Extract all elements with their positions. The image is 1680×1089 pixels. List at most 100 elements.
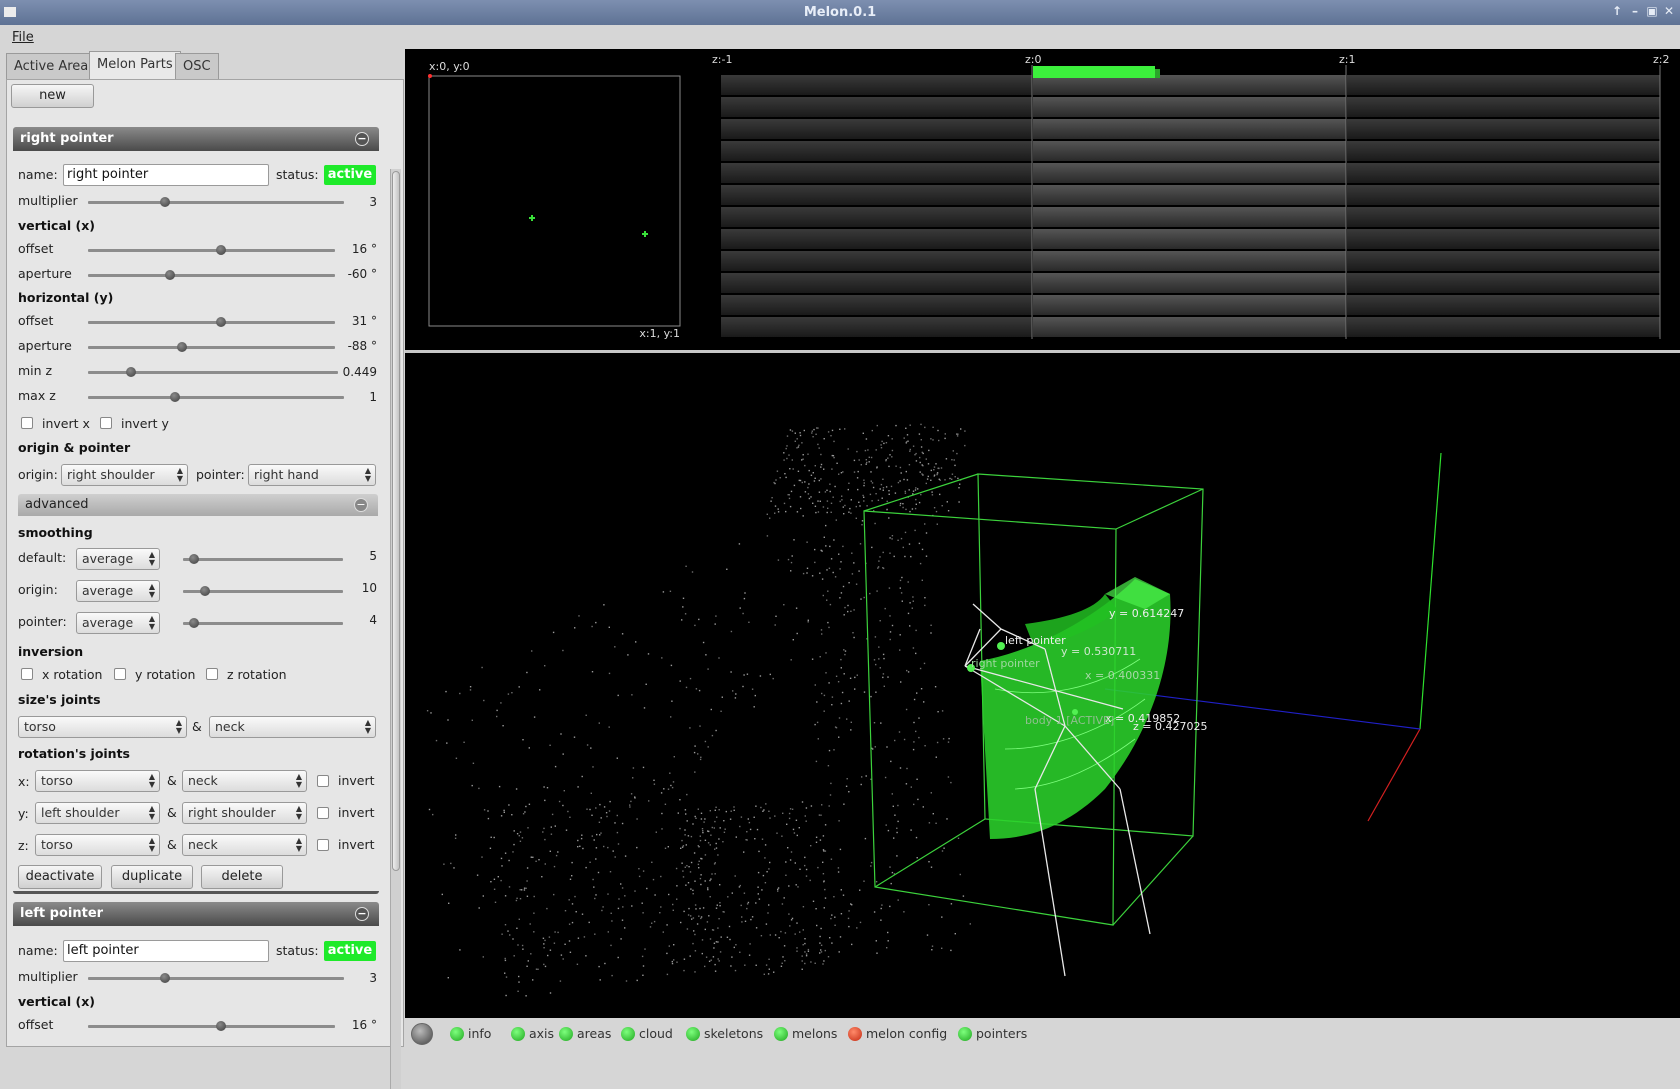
y-rotation-checkbox[interactable] bbox=[114, 668, 126, 680]
tab-active-area[interactable]: Active Area bbox=[6, 53, 97, 79]
vertical-aperture-slider[interactable] bbox=[88, 270, 335, 280]
min-z-value: 0.449 bbox=[342, 365, 377, 379]
left-pointer-dot bbox=[997, 642, 1005, 650]
panel-scrollbar[interactable] bbox=[390, 169, 401, 1089]
horizontal-offset-slider[interactable] bbox=[88, 317, 335, 327]
rotation-y-joint-b-select[interactable]: right shoulder ▲ ▼ bbox=[182, 802, 307, 824]
rotation-z-joint-a-select[interactable]: torso ▲ ▼ bbox=[35, 834, 160, 856]
menu-file[interactable]: File bbox=[12, 30, 34, 45]
rotation-joints-title: rotation's joints bbox=[18, 746, 130, 761]
camera-reset-icon[interactable] bbox=[411, 1023, 433, 1045]
left-multiplier-slider[interactable] bbox=[88, 973, 344, 983]
left-pointer-title: left pointer bbox=[20, 906, 104, 921]
toggle-info[interactable]: info bbox=[450, 1025, 491, 1043]
toggle-on-icon[interactable] bbox=[686, 1027, 700, 1041]
origin-smoothing-select[interactable]: average ▲ ▼ bbox=[76, 580, 160, 602]
toggle-cloud[interactable]: cloud bbox=[621, 1025, 673, 1043]
pointer-marker bbox=[642, 231, 648, 237]
toggle-axis[interactable]: axis bbox=[511, 1025, 554, 1043]
size-joint-a-select[interactable]: torso ▲ ▼ bbox=[18, 716, 187, 738]
toggle-on-icon[interactable] bbox=[559, 1027, 573, 1041]
rotation-x-joint-a-select[interactable]: torso ▲ ▼ bbox=[35, 770, 160, 792]
slider-handle[interactable] bbox=[176, 342, 187, 352]
toggle-pointers[interactable]: pointers bbox=[958, 1025, 1027, 1043]
window-close-icon[interactable]: ✕ bbox=[1662, 4, 1676, 18]
default-smoothing-select[interactable]: average ▲ ▼ bbox=[76, 548, 160, 570]
size-joint-b-select[interactable]: neck ▲ ▼ bbox=[209, 716, 376, 738]
pointer-smoothing-select[interactable]: average ▲ ▼ bbox=[76, 612, 160, 634]
rotation-z-invert-checkbox[interactable] bbox=[317, 839, 329, 851]
collapse-icon[interactable]: − bbox=[354, 498, 368, 512]
window-up-icon[interactable]: ↑ bbox=[1610, 4, 1624, 18]
toggle-on-icon[interactable] bbox=[621, 1027, 635, 1041]
toggle-melons[interactable]: melons bbox=[774, 1025, 837, 1043]
slider-handle[interactable] bbox=[159, 197, 170, 207]
deactivate-button[interactable]: deactivate bbox=[18, 865, 102, 889]
size-joints-title: size's joints bbox=[18, 692, 101, 707]
advanced-header[interactable]: advanced − bbox=[18, 494, 378, 516]
rotation-x-joint-b-select[interactable]: neck ▲ ▼ bbox=[182, 770, 307, 792]
pointer-smoothing-slider[interactable] bbox=[183, 618, 343, 628]
rotation-z-joint-b-select[interactable]: neck ▲ ▼ bbox=[182, 834, 307, 856]
viewport-area[interactable]: x:0, y:0 x:1, y:1 z:-1 z:0 z:1 z:2 left … bbox=[405, 49, 1680, 1050]
x-rotation-checkbox[interactable] bbox=[21, 668, 33, 680]
tab-osc[interactable]: OSC bbox=[175, 53, 219, 79]
invert-y-checkbox[interactable] bbox=[100, 417, 112, 429]
toggle-label: pointers bbox=[976, 1026, 1028, 1041]
left-status-badge[interactable]: active bbox=[324, 941, 376, 961]
scrollbar-thumb[interactable] bbox=[392, 171, 400, 871]
collapse-icon[interactable]: − bbox=[355, 132, 369, 146]
toggle-off-icon[interactable] bbox=[848, 1027, 862, 1041]
toggle-on-icon[interactable] bbox=[511, 1027, 525, 1041]
window-menu-icon[interactable] bbox=[4, 7, 16, 17]
slider-handle[interactable] bbox=[125, 367, 136, 377]
toggle-skeletons[interactable]: skeletons bbox=[686, 1025, 763, 1043]
origin-select-value: right shoulder bbox=[67, 467, 155, 482]
rotation-y-invert-checkbox[interactable] bbox=[317, 807, 329, 819]
duplicate-button[interactable]: duplicate bbox=[111, 865, 193, 889]
invert-x-checkbox[interactable] bbox=[21, 417, 33, 429]
status-badge[interactable]: active bbox=[324, 165, 376, 185]
viewport-divider[interactable] bbox=[405, 350, 1680, 353]
depth-row bbox=[1347, 185, 1660, 205]
left-pointer-header[interactable]: left pointer − bbox=[13, 902, 379, 926]
rotation-y-joint-a-select[interactable]: left shoulder ▲ ▼ bbox=[35, 802, 160, 824]
window-minimize-icon[interactable]: – bbox=[1628, 4, 1642, 18]
tab-melon-parts[interactable]: Melon Parts bbox=[89, 51, 181, 79]
name-field[interactable]: right pointer bbox=[63, 164, 269, 186]
depth-row bbox=[1033, 317, 1346, 337]
vertical-offset-slider[interactable] bbox=[88, 245, 335, 255]
multiplier-slider[interactable] bbox=[88, 197, 344, 207]
z-rotation-checkbox[interactable] bbox=[206, 668, 218, 680]
pointer-select[interactable]: right hand ▲ ▼ bbox=[248, 464, 376, 486]
origin-select[interactable]: right shoulder ▲ ▼ bbox=[61, 464, 188, 486]
axis-y bbox=[1419, 452, 1442, 730]
horizontal-aperture-slider[interactable] bbox=[88, 342, 335, 352]
left-vertical-offset-slider[interactable] bbox=[88, 1021, 335, 1031]
depth-row bbox=[1347, 207, 1660, 227]
default-smoothing-slider[interactable] bbox=[183, 554, 343, 564]
new-button[interactable]: new bbox=[11, 84, 94, 108]
toggle-melon-config[interactable]: melon config bbox=[848, 1025, 947, 1043]
toggle-on-icon[interactable] bbox=[958, 1027, 972, 1041]
collapse-icon[interactable]: − bbox=[355, 907, 369, 921]
toggle-on-icon[interactable] bbox=[774, 1027, 788, 1041]
slider-handle[interactable] bbox=[159, 973, 170, 983]
toggle-on-icon[interactable] bbox=[450, 1027, 464, 1041]
slider-handle[interactable] bbox=[170, 392, 181, 402]
slider-handle[interactable] bbox=[164, 270, 175, 280]
depth-row bbox=[1347, 141, 1660, 161]
origin-smoothing-slider[interactable] bbox=[183, 586, 343, 596]
toggle-areas[interactable]: areas bbox=[559, 1025, 611, 1043]
rotation-x-invert-checkbox[interactable] bbox=[317, 775, 329, 787]
delete-button[interactable]: delete bbox=[201, 865, 283, 889]
y-readout-1: y = 0.614247 bbox=[1109, 607, 1184, 620]
ampersand: & bbox=[167, 805, 177, 820]
max-z-slider[interactable] bbox=[88, 392, 344, 402]
min-z-slider[interactable] bbox=[88, 367, 338, 377]
left-name-field[interactable]: left pointer bbox=[63, 940, 269, 962]
rotation-y-joint-a-value: left shoulder bbox=[41, 805, 120, 820]
right-pointer-header[interactable]: right pointer − bbox=[13, 127, 379, 151]
window-maximize-icon[interactable]: ▣ bbox=[1645, 4, 1659, 18]
viewport-canvas[interactable]: x:0, y:0 x:1, y:1 z:-1 z:0 z:1 z:2 left … bbox=[405, 49, 1680, 1050]
